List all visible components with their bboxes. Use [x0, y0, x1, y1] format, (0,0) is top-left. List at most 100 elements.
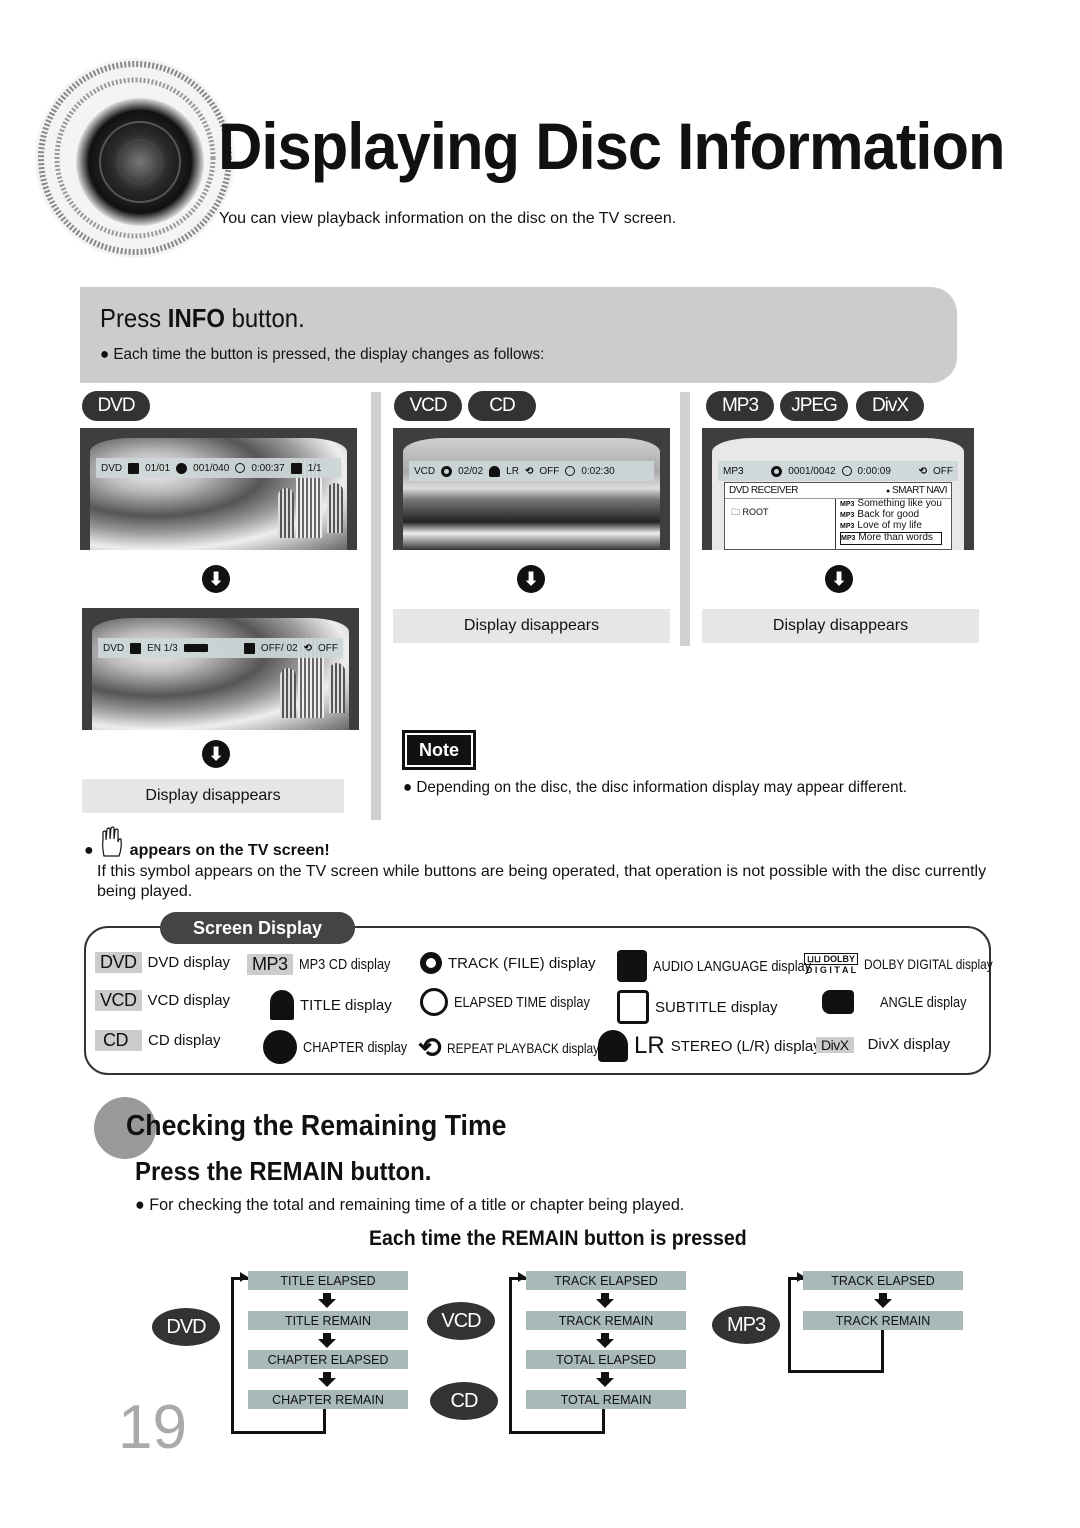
flow-step: TOTAL REMAIN	[526, 1390, 686, 1409]
legend-item-repeat: ⟲ REPEAT PLAYBACK display	[418, 1032, 600, 1063]
legend-item-title: TITLE display	[270, 990, 392, 1020]
osd-disc-type: DVD	[103, 642, 125, 654]
osd-angle: 1/1	[307, 462, 322, 474]
dolby-digital-icon: ⊔⊔ DOLBY D I G I T A L	[804, 953, 859, 975]
info-button-name: INFO	[167, 303, 225, 333]
chapter-icon	[263, 1030, 297, 1064]
flow-step: CHAPTER REMAIN	[248, 1390, 408, 1409]
osd-repeat: OFF	[539, 465, 560, 477]
osd-stereo: LR	[506, 465, 519, 477]
headphones-icon	[489, 465, 501, 477]
divx-icon: DivX	[816, 1036, 854, 1053]
flow-badge-cd: CD	[430, 1382, 498, 1420]
speaker-logo-icon	[35, 58, 235, 258]
legend-item-track: TRACK (FILE) display	[420, 952, 596, 974]
mp3-file-icon: MP3	[840, 523, 855, 530]
osd-bar: MP3 0001/0042 0:00:09 ⟲ OFF	[718, 461, 958, 481]
osd-repeat: OFF	[933, 465, 954, 477]
flow-down-arrow-icon	[596, 1293, 614, 1308]
remain-each-heading: Each time the REMAIN button is pressed	[369, 1227, 747, 1250]
legend-item-stereo: LR STEREO (L/R) display	[598, 1030, 821, 1062]
flow-step: TITLE REMAIN	[248, 1311, 408, 1330]
mp3-file-icon: MP3	[841, 535, 856, 542]
title-icon	[128, 462, 140, 474]
flow-down-arrow-icon	[318, 1333, 336, 1348]
display-disappears-label: Display disappears	[82, 779, 344, 813]
track-icon	[420, 952, 442, 974]
down-arrow-icon: ⬇	[202, 565, 230, 593]
osd-chapter: 001/040	[193, 462, 230, 474]
mp3-file-icon: MP3	[840, 501, 855, 508]
disc-badge-mp3: MP3	[706, 391, 774, 421]
info-bullet: ● Each time the button is pressed, the d…	[100, 346, 545, 363]
folder-root[interactable]: 🗀 ROOT	[731, 505, 769, 521]
down-arrow-icon: ⬇	[517, 565, 545, 593]
flow-loop-line	[602, 1409, 605, 1431]
flow-step: TITLE ELAPSED	[248, 1271, 408, 1290]
headphones-icon	[598, 1030, 628, 1062]
disc-badge-dvd: DVD	[82, 391, 150, 421]
file-list: MP3 Something like you MP3 Back for good M…	[835, 499, 942, 549]
osd-disc-type: MP3	[723, 465, 744, 477]
legend-item-subtitle: SUBTITLE display	[617, 990, 778, 1024]
osd-time: 0:00:09	[857, 465, 891, 477]
flow-badge-vcd: VCD	[427, 1302, 495, 1340]
osd-track: 0001/0042	[788, 465, 836, 477]
osd-disc-type: VCD	[414, 465, 436, 477]
folder-icon: 🗀	[731, 507, 741, 517]
remain-subheading: Press the REMAIN button.	[135, 1156, 432, 1186]
disc-badge-cd: CD	[468, 391, 536, 421]
repeat-icon: ⟲	[524, 465, 534, 477]
audio-language-icon	[617, 950, 647, 982]
note-badge: Note	[402, 730, 476, 770]
page-subtitle: You can view playback information on the…	[219, 210, 677, 227]
page-title: Displaying Disc Information	[218, 109, 1006, 183]
osd-time: 0:02:30	[581, 465, 615, 477]
flow-loop-line	[881, 1330, 884, 1370]
osd-repeat: OFF	[318, 642, 338, 654]
hand-symbol-description: If this symbol appears on the TV screen …	[97, 863, 987, 900]
flow-loop-line	[323, 1409, 326, 1431]
file-item-selected[interactable]: MP3 More than words	[840, 532, 942, 545]
clock-icon	[420, 988, 448, 1016]
angle-icon	[290, 462, 302, 474]
legend-item-dvd: DVD DVD display	[95, 952, 230, 973]
flow-badge-dvd: DVD	[152, 1308, 220, 1346]
disc-badge-jpeg: JPEG	[780, 391, 848, 421]
remain-bullet: ● For checking the total and remaining t…	[135, 1195, 685, 1214]
legend-item-chapter: CHAPTER display	[263, 1030, 426, 1064]
info-heading: Press INFO button.	[100, 303, 305, 333]
osd-disc-type: DVD	[101, 462, 123, 474]
down-arrow-icon: ⬇	[825, 565, 853, 593]
hand-stop-icon	[101, 826, 122, 857]
flow-down-arrow-icon	[596, 1372, 614, 1387]
tv-screen-dvd-1: DVD 01/01 001/040 0:00:37 1/1	[80, 428, 357, 550]
legend-item-elapsed-time: ELAPSED TIME display	[420, 988, 614, 1016]
osd-bar: DVD EN 1/3 OFF/ 02 ⟲ OFF	[98, 638, 343, 658]
hand-symbol-heading: ● appears on the TV screen!	[84, 826, 330, 860]
osd-subtitle: OFF/ 02	[260, 642, 298, 654]
flow-step: TRACK REMAIN	[803, 1311, 963, 1330]
track-icon	[441, 465, 453, 477]
tv-screen-mp3: MP3 0001/0042 0:00:09 ⟲ OFF DVD RECEIVER ●…	[702, 428, 974, 550]
legend-item-vcd: VCD VCD display	[95, 990, 230, 1011]
flow-down-arrow-icon	[874, 1293, 892, 1308]
subtitle-icon	[617, 990, 649, 1024]
clock-icon	[235, 463, 246, 473]
disc-badge-divx: DivX	[856, 391, 924, 421]
info-instruction-panel: Press INFO button. ● Each time the butto…	[80, 287, 957, 383]
osd-bar: DVD 01/01 001/040 0:00:37 1/1	[96, 458, 341, 478]
flow-step: CHAPTER ELAPSED	[248, 1350, 408, 1369]
osd-bar: VCD 02/02 LR ⟲ OFF 0:02:30	[409, 461, 654, 481]
flow-step: TRACK REMAIN	[526, 1311, 686, 1330]
file-item[interactable]: MP3 Love of my life	[840, 521, 942, 532]
repeat-icon: ⟲	[418, 1032, 442, 1063]
flow-step: TOTAL ELAPSED	[526, 1350, 686, 1369]
flow-badge-mp3: MP3	[712, 1306, 780, 1344]
tv-screen-vcd: VCD 02/02 LR ⟲ OFF 0:02:30	[393, 428, 670, 550]
section-heading: Checking the Remaining Time	[126, 1110, 507, 1142]
flow-loop-arrow-icon	[240, 1272, 248, 1282]
flow-step: TRACK ELAPSED	[803, 1271, 963, 1290]
audio-language-icon	[130, 642, 142, 654]
menu-title: DVD RECEIVER	[729, 485, 799, 496]
